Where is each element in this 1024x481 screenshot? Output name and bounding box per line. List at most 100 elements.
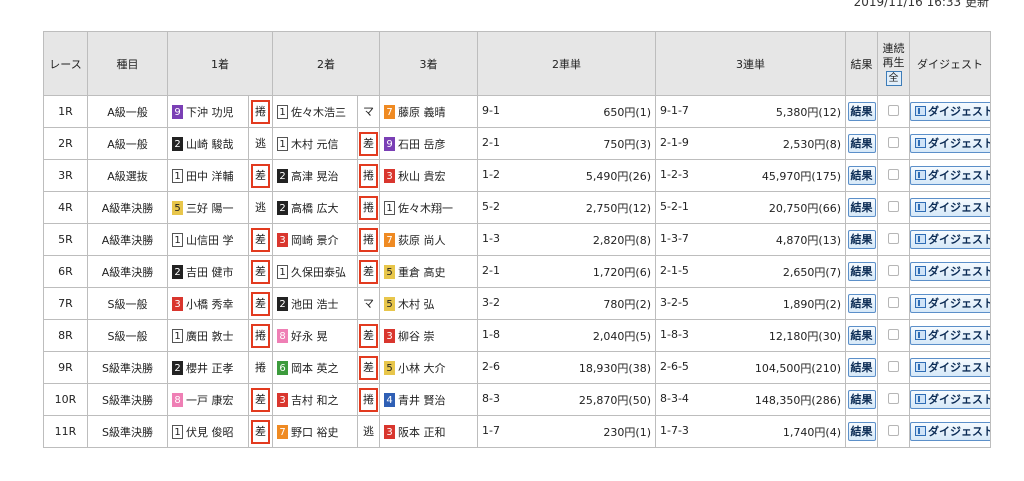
first-rider-name: 一戸 康宏	[186, 393, 234, 407]
result-button[interactable]: 結果	[847, 198, 876, 217]
race-class: A級一般	[87, 95, 168, 128]
second-frame-number: 6	[277, 360, 288, 375]
digest-button[interactable]: ダイジェスト	[910, 390, 990, 409]
replay-checkbox[interactable]	[888, 200, 899, 212]
first-kimarite: 差	[248, 287, 273, 320]
replay-checkbox[interactable]	[888, 104, 899, 116]
update-timestamp: 2019/11/16 16:33 更新	[853, 0, 989, 9]
first-frame-number: 1	[172, 424, 183, 439]
replay-checkbox[interactable]	[888, 232, 899, 244]
race-number: 5R	[43, 223, 88, 256]
replay-checkbox[interactable]	[888, 392, 899, 404]
result-cell: 結果	[845, 319, 878, 352]
digest-button[interactable]: ダイジェスト	[910, 294, 990, 313]
exacta-combo: 9-1	[482, 103, 500, 117]
replay-checkbox[interactable]	[888, 328, 899, 340]
exacta-payout: 1-7 230円(1)	[477, 415, 656, 448]
third-frame-number: 5	[384, 264, 395, 279]
replay-all-button[interactable]: 全	[885, 70, 902, 86]
digest-button[interactable]: ダイジェスト	[910, 166, 990, 185]
digest-button[interactable]: ダイジェスト	[910, 198, 990, 217]
result-button[interactable]: 結果	[847, 230, 876, 249]
exacta-amount: 5,490円	[585, 169, 629, 183]
exacta-amount: 780円	[603, 297, 636, 311]
digest-button[interactable]: ダイジェスト	[910, 326, 990, 345]
third-rider-name: 秋山 貴宏	[398, 169, 446, 183]
second-place: 2 高津 晃治	[272, 159, 358, 192]
third-place: 1 佐々木翔一	[379, 191, 478, 224]
replay-cell	[877, 191, 910, 224]
result-button[interactable]: 結果	[847, 262, 876, 281]
exacta-payout: 8-3 25,870円(50)	[477, 383, 656, 416]
second-rider-name: 高津 晃治	[291, 169, 339, 183]
first-kimarite-label: 差	[251, 419, 270, 444]
first-kimarite: 捲	[248, 351, 273, 384]
digest-cell: ダイジェスト	[909, 415, 991, 448]
digest-button[interactable]: ダイジェスト	[910, 262, 990, 281]
first-kimarite-label: 差	[251, 163, 270, 188]
first-kimarite-label: 逃	[255, 200, 266, 214]
digest-cell: ダイジェスト	[909, 127, 991, 160]
third-place: 5 小林 大介	[379, 351, 478, 384]
result-button[interactable]: 結果	[847, 102, 876, 121]
replay-checkbox[interactable]	[888, 264, 899, 276]
first-frame-number: 5	[172, 200, 183, 215]
exacta-payout: 5-2 2,750円(12)	[477, 191, 656, 224]
trifecta-amount: 148,350円	[754, 393, 812, 407]
first-kimarite: 捲	[248, 95, 273, 128]
trifecta-popularity: (286)	[811, 393, 841, 407]
header-race: レース	[43, 31, 88, 96]
replay-checkbox[interactable]	[888, 296, 899, 308]
result-button[interactable]: 結果	[847, 166, 876, 185]
result-cell: 結果	[845, 287, 878, 320]
result-button[interactable]: 結果	[847, 358, 876, 377]
result-button[interactable]: 結果	[847, 326, 876, 345]
trifecta-payout: 1-2-3 45,970円(175)	[655, 159, 846, 192]
digest-cell: ダイジェスト	[909, 255, 991, 288]
third-place: 5 木村 弘	[379, 287, 478, 320]
first-place: 2 櫻井 正孝	[167, 351, 249, 384]
first-place: 9 下沖 功児	[167, 95, 249, 128]
trifecta-payout: 8-3-4 148,350円(286)	[655, 383, 846, 416]
second-kimarite-label: 捲	[359, 387, 378, 412]
result-button[interactable]: 結果	[847, 134, 876, 153]
third-rider-name: 佐々木翔一	[398, 201, 453, 215]
second-kimarite: 差	[357, 319, 380, 352]
replay-checkbox[interactable]	[888, 168, 899, 180]
digest-button[interactable]: ダイジェスト	[910, 358, 990, 377]
digest-cell: ダイジェスト	[909, 319, 991, 352]
third-rider-name: 荻原 尚人	[398, 233, 446, 247]
result-cell: 結果	[845, 191, 878, 224]
trifecta-amount: 5,380円	[775, 105, 819, 119]
trifecta-combo: 5-2-1	[660, 199, 689, 213]
exacta-payout: 9-1 650円(1)	[477, 95, 656, 128]
second-place: 8 好永 晃	[272, 319, 358, 352]
replay-checkbox[interactable]	[888, 424, 899, 436]
result-button[interactable]: 結果	[847, 422, 876, 441]
race-number: 11R	[43, 415, 88, 448]
first-kimarite-label: 差	[251, 259, 270, 284]
first-frame-number: 1	[172, 328, 183, 343]
second-rider-name: 高橋 広大	[291, 201, 339, 215]
replay-cell	[877, 383, 910, 416]
header-replay-line1: 連続	[882, 41, 905, 55]
trifecta-combo: 2-1-5	[660, 263, 689, 277]
replay-checkbox[interactable]	[888, 136, 899, 148]
trifecta-popularity: (4)	[825, 425, 841, 439]
third-frame-number: 5	[384, 296, 395, 311]
second-kimarite-label: 逃	[363, 424, 374, 438]
digest-button[interactable]: ダイジェスト	[910, 102, 990, 121]
result-button[interactable]: 結果	[847, 294, 876, 313]
result-button[interactable]: 結果	[847, 390, 876, 409]
race-number: 1R	[43, 95, 88, 128]
digest-button[interactable]: ダイジェスト	[910, 134, 990, 153]
first-frame-number: 1	[172, 168, 183, 183]
replay-checkbox[interactable]	[888, 360, 899, 372]
digest-button[interactable]: ダイジェスト	[910, 422, 990, 441]
trifecta-popularity: (8)	[825, 137, 841, 151]
trifecta-combo: 3-2-5	[660, 295, 689, 309]
second-frame-number: 1	[277, 136, 288, 151]
digest-button[interactable]: ダイジェスト	[910, 230, 990, 249]
table-row: 7R S級一般 3 小橋 秀幸 差 2 池田 浩士 マ 5 木村 弘 3-2 7…	[43, 287, 991, 320]
second-place: 2 高橋 広大	[272, 191, 358, 224]
